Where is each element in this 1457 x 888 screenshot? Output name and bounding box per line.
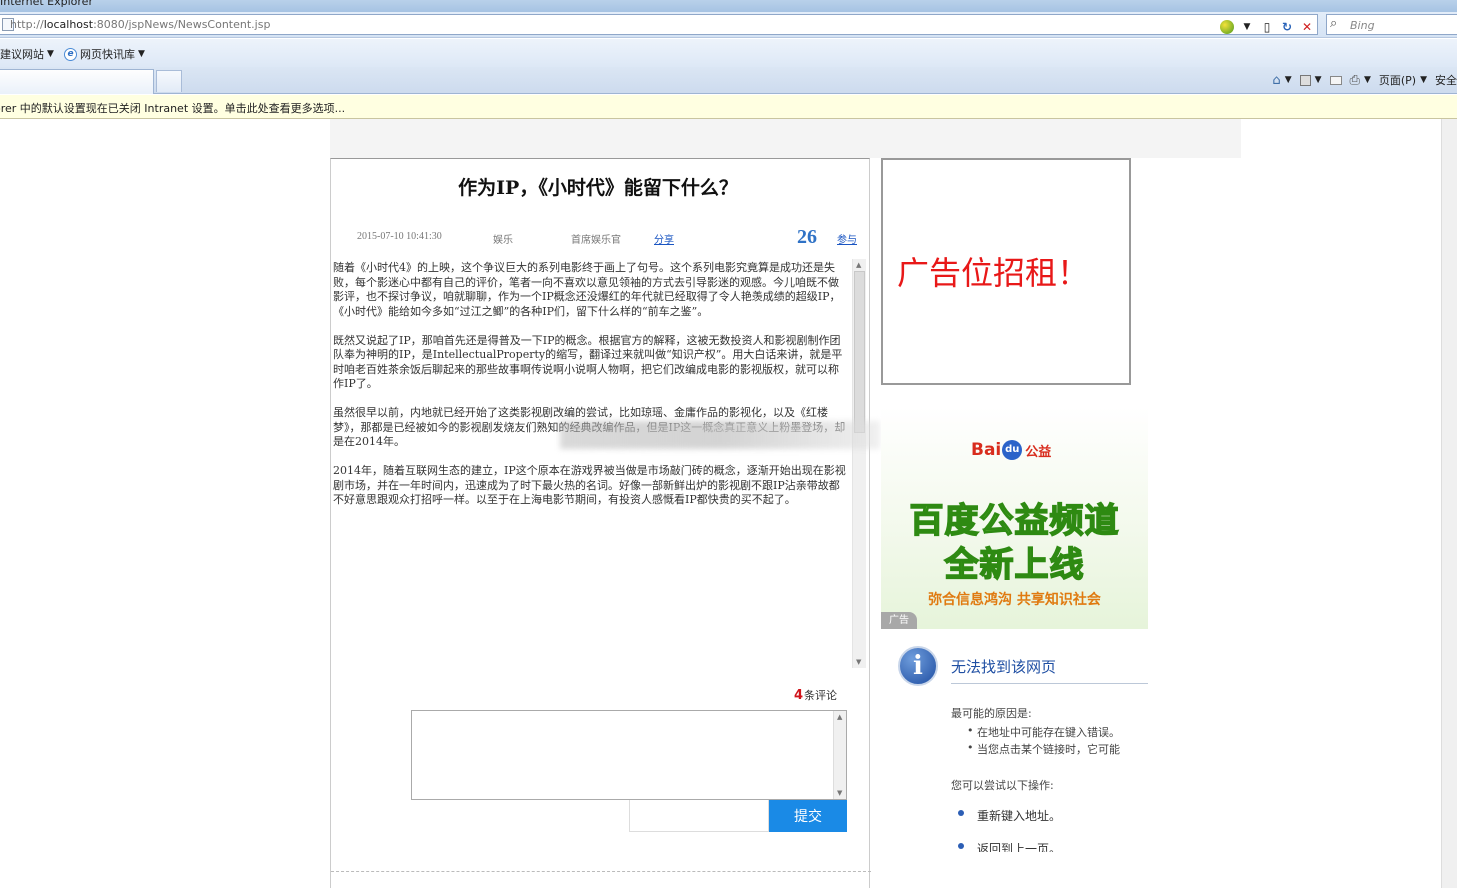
ad-headline-2: 全新上线	[944, 544, 1085, 586]
share-link[interactable]: 分享	[654, 231, 674, 246]
join-link[interactable]: 参与	[837, 231, 857, 246]
new-tab-button[interactable]	[156, 70, 182, 92]
error-title: 无法找到该网页	[951, 658, 1057, 676]
bullet-icon	[958, 810, 964, 816]
scroll-up-icon[interactable]: ▲	[837, 713, 842, 721]
information-bar[interactable]: orer 中的默认设置现在已关闭 Intranet 设置。单击此处查看更多选项.…	[0, 95, 1457, 119]
redacted-overlay	[560, 421, 880, 449]
stop-icon[interactable]: ✕	[1297, 17, 1317, 36]
ad-space-box[interactable]: 广告位招租！	[881, 158, 1131, 385]
tab-current[interactable]	[0, 69, 154, 94]
scroll-down-icon[interactable]: ▼	[837, 789, 842, 797]
info-icon: i	[898, 646, 938, 686]
chevron-down-icon: ▼	[47, 49, 54, 59]
search-placeholder: Bing	[1350, 19, 1375, 32]
window-title-bar: Internet Explorer	[0, 0, 1457, 12]
bullet-icon	[958, 843, 964, 849]
address-bar[interactable]: http://localhost:8080/jspNews/NewsConten…	[0, 14, 1318, 35]
article-date: 2015-07-10 10:41:30	[357, 231, 442, 242]
ad-tag: 广告	[881, 612, 917, 629]
feed-icon	[1299, 74, 1311, 86]
action-item[interactable]: 重新键入地址。	[977, 807, 1061, 824]
action-item[interactable]: 返回到上一页。	[977, 840, 1061, 852]
compatibility-view-button[interactable]	[1217, 17, 1237, 36]
window-title: Internet Explorer	[0, 0, 93, 8]
chevron-down-icon: ▼	[1314, 75, 1322, 85]
feeds-button[interactable]: ▼	[1299, 74, 1322, 86]
cause-item: 当您点击某个链接时，它可能	[967, 741, 1120, 757]
baidu-logo: Bai du 公益	[971, 440, 1052, 460]
favorites-bar: 建议网站 ▼ e 网页快讯库 ▼	[0, 39, 1457, 67]
cause-item: 在地址中可能存在键入错误。	[967, 724, 1120, 740]
article-paragraph: 既然又说起了IP，那咱首先还是得普及一下IP的概念。根据官方的解释，这被无数投资…	[333, 333, 843, 391]
ad-headline: 百度公益频道	[909, 500, 1120, 542]
article-content[interactable]: 随着《小时代4》的上映，这个争议巨大的系列电影终于画上了句号。这个系列电影究竟算…	[331, 259, 852, 668]
search-box[interactable]: ⌕ Bing	[1326, 14, 1457, 35]
infobar-text: orer 中的默认设置现在已关闭 Intranet 设置。单击此处查看更多选项.…	[0, 102, 346, 115]
mail-button[interactable]	[1329, 75, 1342, 85]
error-frame: i 无法找到该网页 最可能的原因是: 在地址中可能存在键入错误。 当您点击某个链…	[881, 629, 1148, 852]
favorite-web-slice-gallery[interactable]: e 网页快讯库 ▼	[64, 46, 145, 62]
print-button[interactable]: ⎙ ▼	[1350, 73, 1371, 88]
article-category: 娱乐	[493, 235, 513, 246]
address-buttons: ▼ ▯ ↻ ✕	[1217, 17, 1317, 36]
page-scrollbar[interactable]	[1441, 119, 1457, 888]
article-title: 作为IP，《小时代》能留下什么？	[458, 177, 738, 199]
address-dropdown-icon[interactable]: ▼	[1237, 17, 1257, 36]
scrollbar-thumb[interactable]	[854, 271, 865, 433]
refresh-icon[interactable]: ↻	[1277, 17, 1297, 36]
actions-heading: 您可以尝试以下操作:	[951, 779, 1054, 792]
command-bar: ⌂ ▼ ▼ ⎙ ▼ 页面(P) ▼ 安全	[1272, 70, 1457, 90]
causes-heading: 最可能的原因是:	[951, 707, 1032, 720]
submit-button[interactable]: 提交	[769, 800, 847, 832]
article-panel: 作为IP，《小时代》能留下什么？ 2015-07-10 10:41:30 娱乐 …	[330, 158, 871, 888]
ad-slogan: 弥合信息鸿沟 共享知识社会	[928, 592, 1101, 608]
favorite-suggested-sites[interactable]: 建议网站 ▼	[0, 46, 54, 62]
commenter-input[interactable]	[629, 800, 769, 832]
comment-count: 4条评论	[794, 688, 838, 703]
compat-page-icon[interactable]: ▯	[1257, 17, 1277, 36]
address-row: http://localhost:8080/jspNews/NewsConten…	[0, 12, 1457, 38]
divider	[331, 871, 871, 872]
chevron-down-icon: ▼	[1420, 75, 1427, 85]
content-scrollbar[interactable]: ▲ ▼	[852, 259, 866, 668]
scroll-down-icon[interactable]: ▼	[856, 658, 861, 666]
mail-icon	[1329, 75, 1342, 85]
page-header-bar	[330, 119, 1241, 158]
article-paragraph: 随着《小时代4》的上映，这个争议巨大的系列电影终于画上了句号。这个系列电影究竟算…	[333, 261, 841, 318]
baidu-charity-ad[interactable]: Bai du 公益 百度公益频道 全新上线 弥合信息鸿沟 共享知识社会 广告	[881, 407, 1148, 629]
browser-chrome: Internet Explorer http://localhost:8080/…	[0, 0, 1457, 119]
page-viewport: 作为IP，《小时代》能留下什么？ 2015-07-10 10:41:30 娱乐 …	[0, 119, 1457, 888]
page-menu[interactable]: 页面(P) ▼	[1379, 72, 1427, 88]
baidu-paw-icon: du	[1002, 440, 1023, 460]
compatibility-icon	[1220, 19, 1234, 34]
article-author: 首席娱乐官	[571, 235, 621, 246]
chevron-down-icon: ▼	[1363, 75, 1371, 85]
comment-scrollbar[interactable]: ▲ ▼	[833, 711, 846, 799]
scroll-up-icon[interactable]: ▲	[856, 261, 861, 269]
home-icon: ⌂	[1272, 72, 1281, 88]
address-url[interactable]: http://localhost:8080/jspNews/NewsConten…	[10, 18, 270, 31]
home-button[interactable]: ⌂ ▼	[1272, 73, 1291, 88]
search-icon: ⌕	[1330, 16, 1338, 31]
hit-count: 26	[797, 226, 817, 248]
chevron-down-icon: ▼	[138, 49, 145, 59]
chevron-down-icon: ▼	[1284, 75, 1292, 85]
print-icon: ⎙	[1349, 72, 1360, 88]
comment-input[interactable]	[411, 710, 847, 800]
error-divider	[951, 683, 1148, 684]
ie-icon: e	[64, 47, 77, 61]
safety-menu[interactable]: 安全	[1435, 72, 1457, 88]
tab-row: ⌂ ▼ ▼ ⎙ ▼ 页面(P) ▼ 安全	[0, 67, 1457, 94]
ad-space-text: 广告位招租！	[897, 254, 1090, 292]
article-paragraph: 2014年，随着互联网生态的建立，IP这个原本在游戏界被当做是市场敲门砖的概念，…	[333, 464, 846, 506]
